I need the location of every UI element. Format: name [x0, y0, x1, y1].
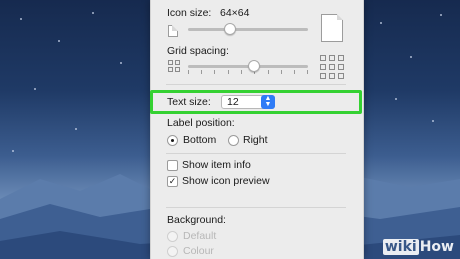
- label-position-bottom-label: Bottom: [183, 134, 217, 146]
- separator: [166, 84, 346, 85]
- grid-spacing-ticks: [188, 70, 308, 74]
- background-default-label: Default: [183, 230, 217, 242]
- icon-size-label: Icon size:: [167, 7, 212, 19]
- label-position-right-radio[interactable]: [228, 135, 239, 146]
- grid-spacing-slider-knob[interactable]: [248, 60, 260, 72]
- wide-grid-icon: [320, 55, 344, 79]
- tight-grid-icon: [168, 60, 180, 72]
- background-label: Background:: [167, 214, 226, 226]
- grid-spacing-label: Grid spacing:: [167, 45, 229, 57]
- separator: [166, 153, 346, 154]
- separator: [166, 207, 346, 208]
- label-position-label: Label position:: [167, 117, 235, 129]
- background-default-radio[interactable]: [167, 231, 178, 242]
- background-colour-radio[interactable]: [167, 246, 178, 257]
- text-size-label: Text size:: [167, 96, 211, 108]
- icon-size-slider-knob[interactable]: [224, 23, 236, 35]
- large-document-icon: [321, 14, 343, 42]
- icon-size-slider[interactable]: [188, 28, 308, 31]
- small-document-icon: [168, 25, 178, 37]
- show-icon-preview-label: Show icon preview: [182, 175, 270, 187]
- text-size-value: 12: [227, 96, 239, 108]
- label-position-right-label: Right: [243, 134, 268, 146]
- text-size-popup[interactable]: 12 ▲ ▼: [221, 95, 275, 109]
- icon-size-value: 64×64: [220, 7, 250, 19]
- background-colour-label: Colour: [183, 245, 214, 257]
- show-item-info-label: Show item info: [182, 159, 251, 171]
- show-item-info-checkbox[interactable]: [167, 160, 178, 171]
- label-position-bottom-radio[interactable]: [167, 135, 178, 146]
- wikihow-watermark: wiki How: [382, 239, 454, 255]
- show-icon-preview-checkbox[interactable]: ✓: [167, 176, 178, 187]
- chevron-updown-icon[interactable]: ▲ ▼: [261, 95, 275, 109]
